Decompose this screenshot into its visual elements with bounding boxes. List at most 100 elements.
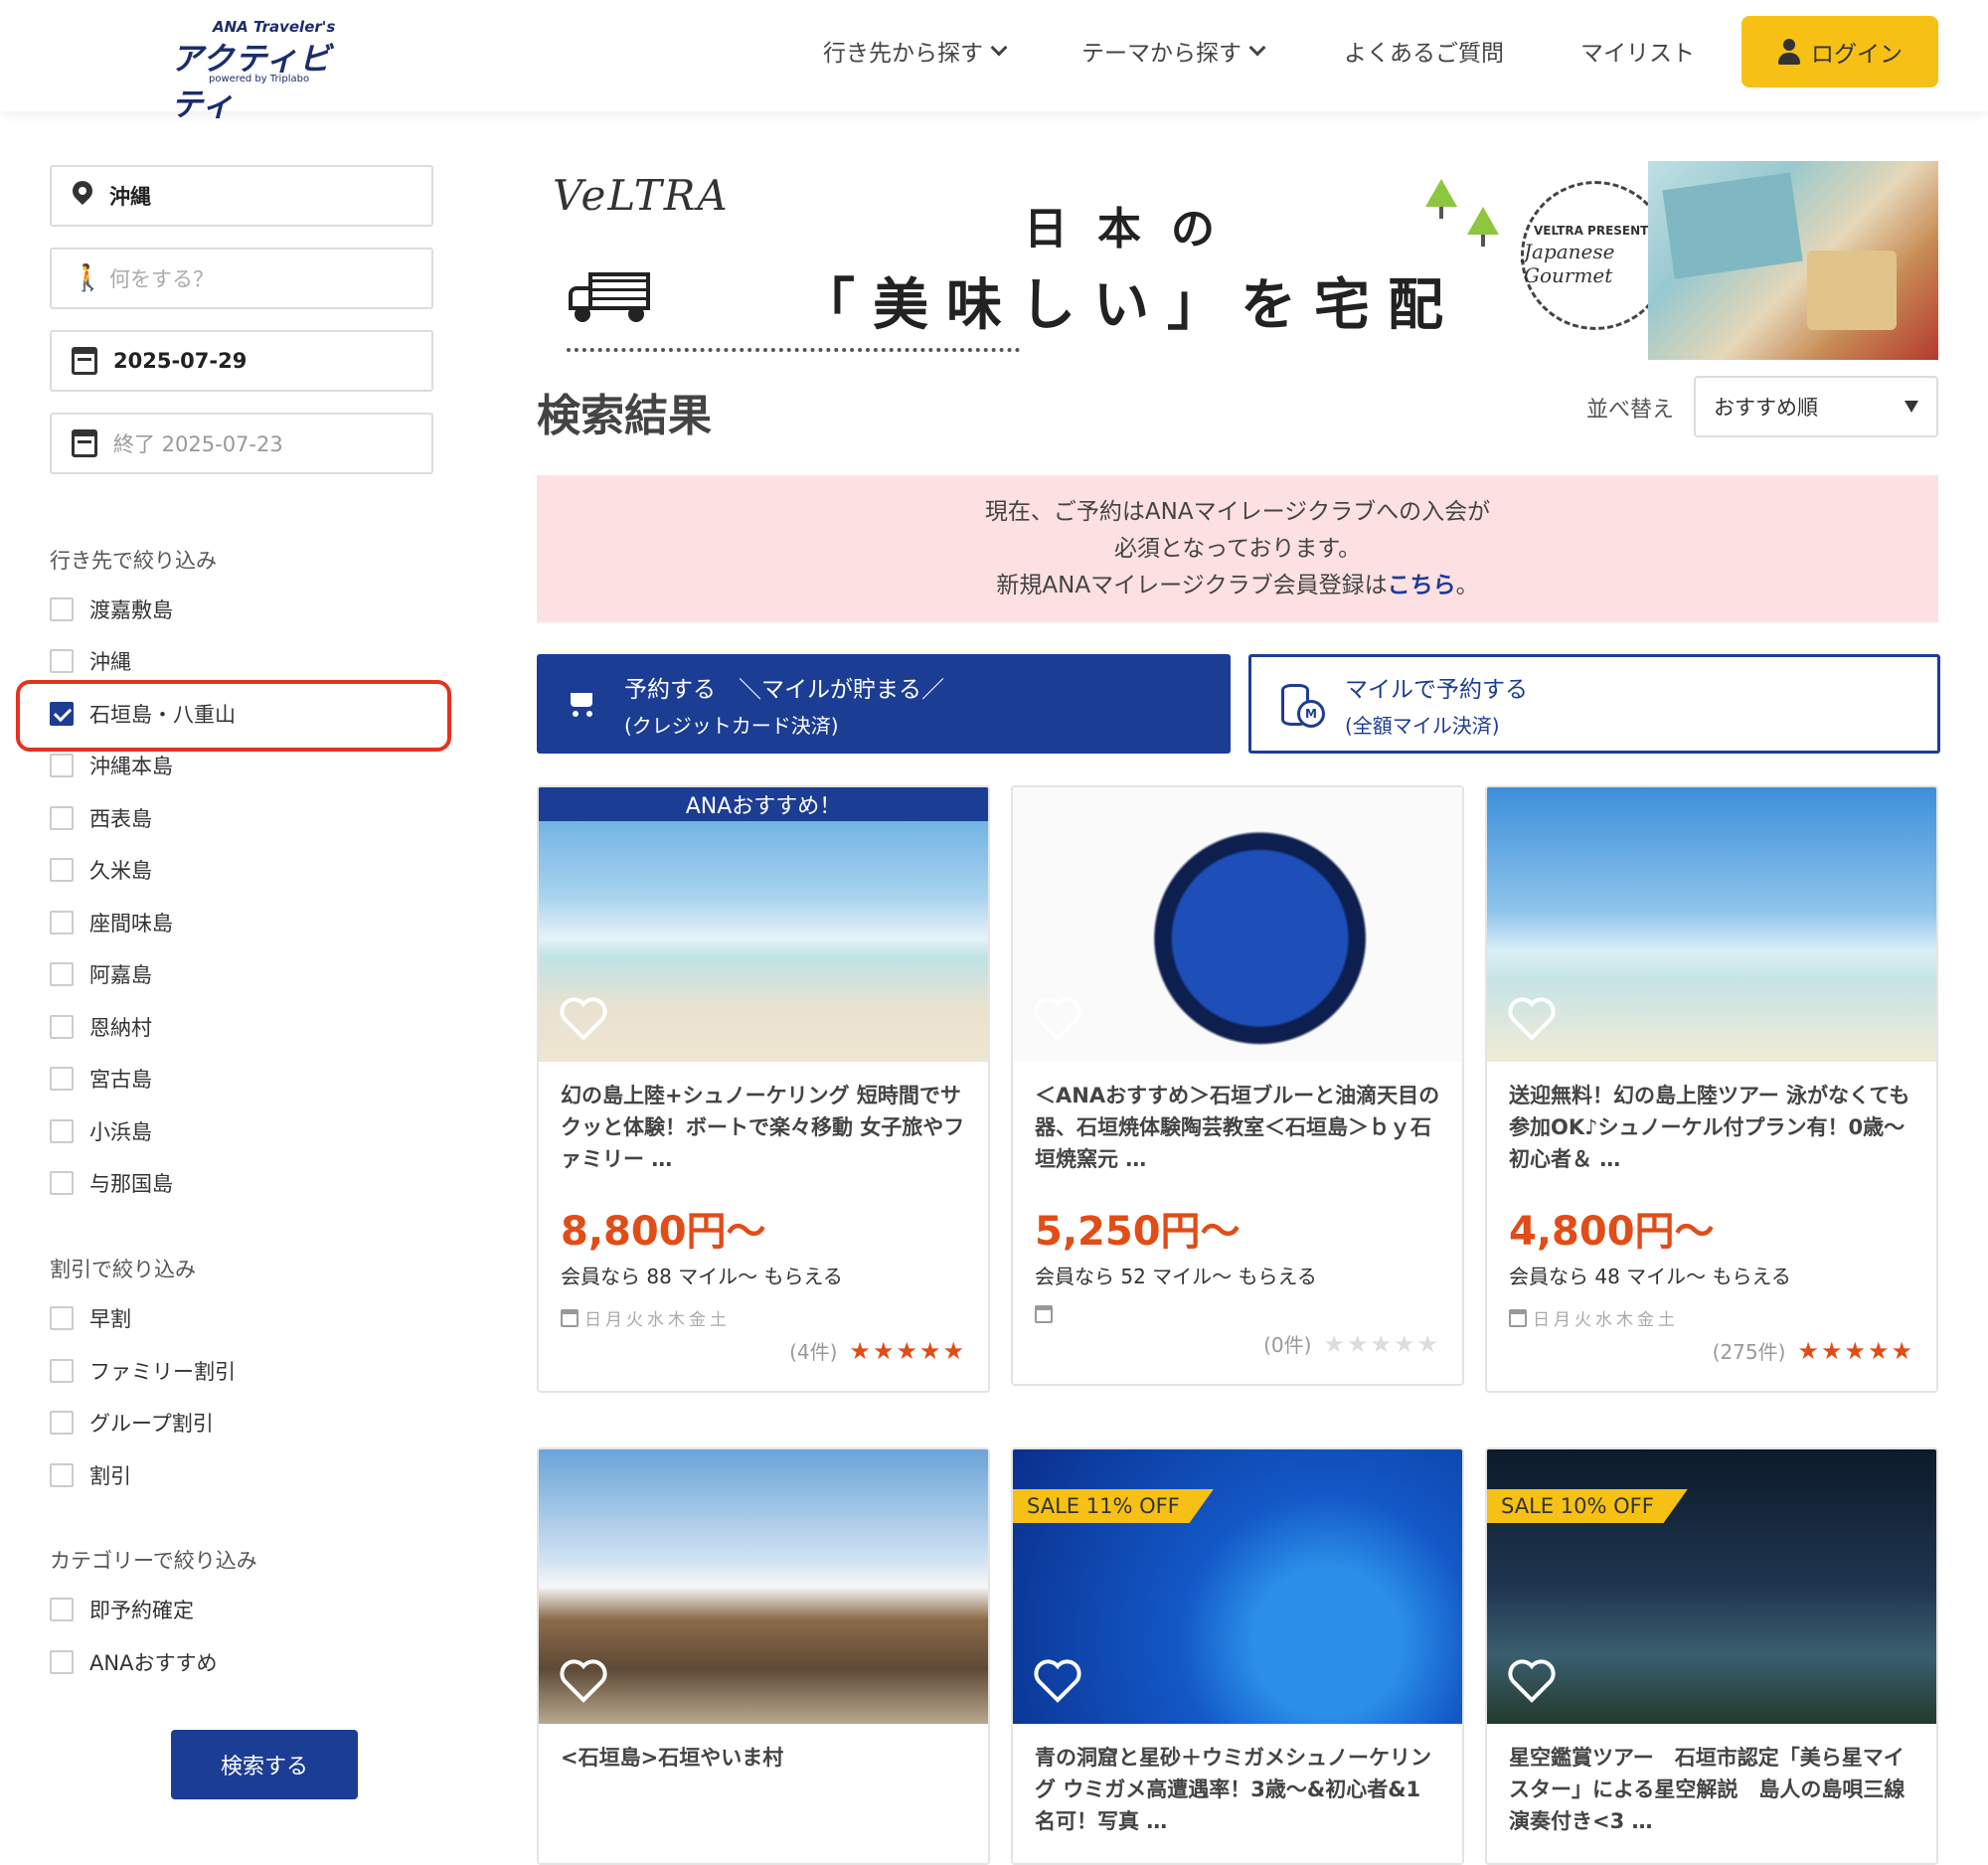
checkbox[interactable]	[50, 1463, 74, 1487]
heart-icon[interactable]	[559, 1658, 608, 1704]
site-logo[interactable]: ANA Traveler's アクティビティ powered by Tripla…	[169, 18, 348, 123]
checkbox-label: 小浜島	[89, 1120, 152, 1144]
checkbox[interactable]	[50, 1598, 74, 1621]
filter-destination-okinawa[interactable]: 沖縄	[50, 646, 131, 676]
heart-icon[interactable]	[1507, 996, 1557, 1042]
notice-line-3: 新規ANAマイレージクラブ会員登録はこちら。	[996, 572, 1479, 598]
nav-destinations-label: 行き先から探す	[823, 41, 983, 67]
checkbox[interactable]	[50, 1067, 74, 1091]
star-rating-icon: ★★★★★	[849, 1336, 966, 1365]
activity-rating: (0件) ★★★★★	[1013, 1323, 1462, 1384]
filter-destination-okinawa-main[interactable]: 沖縄本島	[50, 751, 173, 780]
checkbox[interactable]	[50, 806, 74, 830]
checkbox[interactable]	[50, 962, 74, 986]
miles-coins-icon	[1281, 684, 1325, 728]
pay-miles-button[interactable]: マイルで予約する (全額マイル決済)	[1248, 654, 1940, 754]
checkbox-label: 阿嘉島	[89, 963, 152, 987]
activity-card[interactable]: ANAおすすめ！ 幻の島上陸+シュノーケリング 短時間でサクッと体験！ボートで楽…	[537, 785, 990, 1393]
nav-mylist[interactable]: マイリスト	[1580, 34, 1695, 68]
category-filter-title: カテゴリーで絞り込み	[50, 1549, 257, 1573]
calendar-icon	[561, 1308, 579, 1327]
user-icon	[1777, 39, 1801, 65]
filter-category-ana[interactable]: ANAおすすめ	[50, 1647, 217, 1677]
filter-destination-miyako[interactable]: 宮古島	[50, 1064, 152, 1094]
nav-faq[interactable]: よくあるご質問	[1344, 34, 1504, 68]
heart-icon[interactable]	[1033, 1658, 1082, 1704]
checkbox[interactable]	[50, 1650, 74, 1674]
activity-photo	[539, 1449, 988, 1724]
checkbox[interactable]	[50, 1015, 74, 1039]
pay-miles-label: マイルで予約する	[1345, 676, 1528, 703]
activity-card[interactable]: ＜ANAおすすめ＞石垣ブルーと油滴天目の器、石垣焼体験陶芸教室＜石垣島＞ｂｙ石垣…	[1011, 785, 1464, 1386]
nav-destinations[interactable]: 行き先から探す	[823, 34, 1008, 68]
end-date-placeholder: 終了 2025-07-23	[113, 432, 283, 456]
checkbox-label: グループ割引	[89, 1412, 214, 1436]
checkbox[interactable]	[50, 1306, 74, 1330]
register-link[interactable]: こちら	[1388, 573, 1456, 598]
heart-icon[interactable]	[1033, 996, 1082, 1042]
filter-discount-early[interactable]: 早割	[50, 1303, 131, 1333]
activity-placeholder: 何をする？	[109, 267, 214, 291]
heart-icon[interactable]	[559, 996, 608, 1042]
filter-discount-other[interactable]: 割引	[50, 1460, 131, 1490]
activity-title[interactable]: 青の洞窟と星砂＋ウミガメシュノーケリング ウミガメ高遭遇率！3歳〜&初心者&1名…	[1013, 1724, 1462, 1851]
tree-icon	[1425, 179, 1457, 219]
filter-destination-kohama[interactable]: 小浜島	[50, 1116, 152, 1146]
search-button[interactable]: 検索する	[171, 1730, 358, 1799]
activity-title[interactable]: <石垣島>石垣やいま村	[539, 1724, 988, 1851]
membership-notice: 現在、ご予約はANAマイレージクラブへの入会が 必須となっております。 新規AN…	[537, 475, 1938, 622]
checkbox[interactable]	[50, 754, 74, 777]
activity-title[interactable]: 星空鑑賞ツアー 石垣市認定「美ら星マイスター」による星空解説 島人の島唄三線演奏…	[1487, 1724, 1936, 1851]
filter-discount-family[interactable]: ファミリー割引	[50, 1356, 236, 1386]
checkbox-label: ファミリー割引	[89, 1360, 236, 1384]
activity-title[interactable]: 幻の島上陸+シュノーケリング 短時間でサクッと体験！ボートで楽々移動 女子旅やフ…	[539, 1062, 988, 1189]
filter-destination-onna[interactable]: 恩納村	[50, 1012, 152, 1042]
checkbox[interactable]	[50, 911, 74, 934]
activity-card[interactable]: 送迎無料！幻の島上陸ツアー 泳がなくても参加OK♪シュノーケル付プラン有！0歳〜…	[1485, 785, 1938, 1393]
activity-field[interactable]: 🚶 何をする？	[50, 248, 433, 309]
filter-discount-group[interactable]: グループ割引	[50, 1408, 214, 1438]
filter-category-instant[interactable]: 即予約確定	[50, 1595, 194, 1624]
activity-card[interactable]: SALE 10% OFF 星空鑑賞ツアー 石垣市認定「美ら星マイスター」による星…	[1485, 1447, 1938, 1865]
checkbox[interactable]	[50, 1171, 74, 1195]
activity-photo: SALE 11% OFF	[1013, 1449, 1462, 1724]
activity-title[interactable]: 送迎無料！幻の島上陸ツアー 泳がなくても参加OK♪シュノーケル付プラン有！0歳〜…	[1487, 1062, 1936, 1189]
sort-select[interactable]: おすすめ順	[1694, 376, 1938, 437]
checkbox[interactable]	[50, 858, 74, 882]
start-date-field[interactable]: 2025-07-29	[50, 330, 433, 392]
available-days: 日月火水木金土	[1487, 1289, 1936, 1330]
promo-banner[interactable]: VeLTRA 日本の 「美味しい」を宅配 VELTRA PRESENTS Jap…	[537, 161, 1938, 360]
checkbox[interactable]	[50, 1119, 74, 1143]
activity-card[interactable]: SALE 11% OFF 青の洞窟と星砂＋ウミガメシュノーケリング ウミガメ高遭…	[1011, 1447, 1464, 1865]
filter-destination-zamami[interactable]: 座間味島	[50, 908, 173, 937]
available-days: 日月火水木金土	[539, 1289, 988, 1330]
location-field[interactable]: 沖縄	[50, 165, 433, 227]
heart-icon[interactable]	[1507, 1658, 1557, 1704]
activity-title[interactable]: ＜ANAおすすめ＞石垣ブルーと油滴天目の器、石垣焼体験陶芸教室＜石垣島＞ｂｙ石垣…	[1013, 1062, 1462, 1189]
checkbox[interactable]	[50, 649, 74, 673]
review-count: (275件)	[1712, 1340, 1786, 1364]
nav-themes-label: テーマから探す	[1081, 41, 1242, 67]
banner-headline-1: 日本の	[1024, 204, 1244, 254]
checkbox[interactable]	[50, 1411, 74, 1435]
calendar-icon	[1035, 1305, 1053, 1323]
filter-destination-yonaguni[interactable]: 与那国島	[50, 1168, 173, 1198]
filter-destination-tokashiki[interactable]: 渡嘉敷島	[50, 594, 173, 624]
end-date-field[interactable]: 終了 2025-07-23	[50, 413, 433, 474]
filter-destination-iriomote[interactable]: 西表島	[50, 803, 152, 833]
nav-themes[interactable]: テーマから探す	[1081, 34, 1266, 68]
pay-credit-card-button[interactable]: 予約する ＼マイルが貯まる／ (クレジットカード決済)	[537, 654, 1231, 754]
activity-price: 8,800円〜	[561, 1209, 766, 1255]
filter-destination-aka[interactable]: 阿嘉島	[50, 959, 152, 989]
checkbox-label: 即予約確定	[89, 1599, 194, 1622]
login-button[interactable]: ログイン	[1741, 16, 1938, 87]
activity-card[interactable]: <石垣島>石垣やいま村	[537, 1447, 990, 1865]
checkbox[interactable]	[50, 597, 74, 621]
veltra-logo: VeLTRA	[553, 171, 730, 220]
gourmet-box-photo	[1648, 161, 1938, 360]
filter-destination-kume[interactable]: 久米島	[50, 855, 152, 885]
sale-badge: SALE 11% OFF	[1013, 1489, 1214, 1523]
tree-icon	[1467, 207, 1499, 247]
checkbox[interactable]	[50, 1359, 74, 1383]
activity-rating: (4件) ★★★★★	[539, 1330, 988, 1391]
